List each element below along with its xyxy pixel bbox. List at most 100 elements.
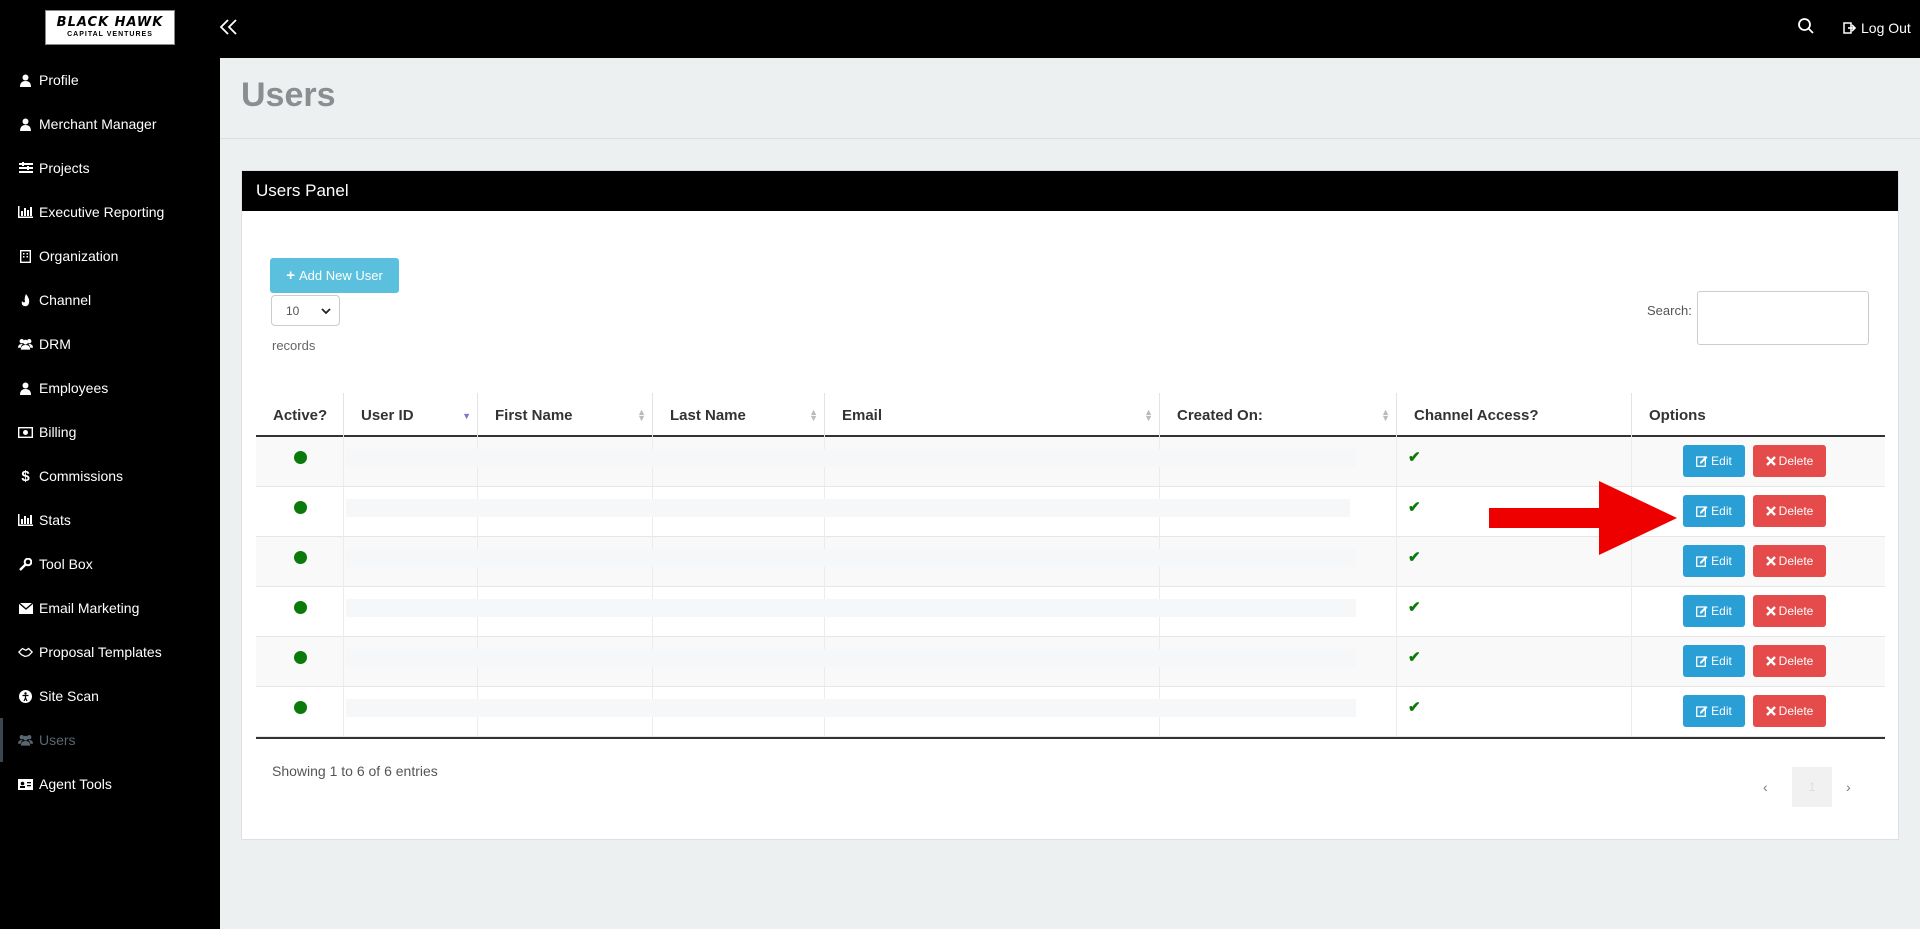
sidebar-item-billing[interactable]: Billing [0,410,220,454]
sidebar-item-executive-reporting[interactable]: Executive Reporting [0,190,220,234]
add-new-user-label: Add New User [298,268,383,283]
table-row: ✔ Edit Delete [256,587,1885,637]
check-icon: ✔ [1408,449,1421,466]
check-icon: ✔ [1408,699,1421,716]
logout-label: Log Out [1861,20,1911,36]
active-status-dot [294,651,307,664]
table-row: ✔ Edit Delete [256,637,1885,687]
sidebar-item-site-scan[interactable]: Site Scan [0,674,220,718]
cell-divider [343,587,344,637]
delete-button-label: Delete [1778,704,1814,718]
column-header-label: First Name [495,406,573,424]
records-per-page-select[interactable]: 10 [271,295,340,326]
page-title: Users [241,76,336,114]
delete-button[interactable]: Delete [1753,495,1826,527]
delete-button-label: Delete [1778,654,1814,668]
company-logo[interactable]: BLACK HAWK CAPITAL VENTURES [45,10,175,45]
pagination-next[interactable]: › [1846,779,1851,795]
cell-divider [1396,537,1397,587]
logo-text: BLACK HAWK [56,15,164,30]
top-search-button[interactable] [1797,17,1817,37]
column-header-label: Channel Access? [1414,406,1539,424]
check-icon: ✔ [1408,649,1421,666]
column-header-active: Active? [256,393,344,437]
sliders-icon [18,161,33,176]
sidebar-item-employees[interactable]: Employees [0,366,220,410]
edit-button[interactable]: Edit [1683,545,1745,577]
edit-button[interactable]: Edit [1683,695,1745,727]
redacted-user-data [346,499,1350,517]
active-status-dot [294,451,307,464]
edit-button[interactable]: Edit [1683,445,1745,477]
pagination-page-1[interactable]: 1 [1792,767,1832,807]
delete-button[interactable]: Delete [1753,545,1826,577]
column-header-last-name[interactable]: Last Name ▲ ▼ [653,393,825,437]
edit-button[interactable]: Edit [1683,645,1745,677]
edit-icon [1696,456,1708,467]
fire-icon [18,293,33,308]
handshake-icon [18,645,33,660]
sort-icon: ▲ ▼ [809,407,818,423]
active-status-dot [294,601,307,614]
sidebar-item-projects[interactable]: Projects [0,146,220,190]
logout-button[interactable]: Log Out [1843,20,1911,36]
sidebar-item-profile[interactable]: Profile [0,58,220,102]
column-header-created-on[interactable]: Created On: ▲ ▼ [1160,393,1397,437]
column-header-user-id[interactable]: User ID ▼ [344,393,478,437]
pagination-previous[interactable]: ‹ [1763,779,1768,795]
sidebar-item-label: Proposal Templates [39,644,162,660]
delete-button[interactable]: Delete [1753,695,1826,727]
user-icon [18,73,33,88]
edit-button-label: Edit [1711,704,1732,718]
column-header-label: Options [1649,406,1706,424]
cell-divider [343,437,344,487]
delete-button[interactable]: Delete [1753,595,1826,627]
panel-heading: Users Panel [242,171,1898,211]
sidebar-item-agent-tools[interactable]: Agent Tools [0,762,220,806]
delete-button[interactable]: Delete [1753,445,1826,477]
sidebar-item-merchant-manager[interactable]: Merchant Manager [0,102,220,146]
sidebar-item-users[interactable]: Users [0,718,220,762]
delete-button-label: Delete [1778,554,1814,568]
sidebar-item-drm[interactable]: DRM [0,322,220,366]
cell-divider [1396,487,1397,537]
column-header-first-name[interactable]: First Name ▲ ▼ [478,393,653,437]
sidebar-item-channel[interactable]: Channel [0,278,220,322]
sidebar-item-label: DRM [39,336,71,352]
cell-divider [1396,687,1397,737]
delete-button[interactable]: Delete [1753,645,1826,677]
sidebar-item-label: Users [39,732,76,748]
bar-chart-icon [18,205,33,220]
sort-icon: ▲ ▼ [1381,407,1390,423]
sidebar-item-label: Employees [39,380,109,396]
sidebar-item-label: Merchant Manager [39,116,157,132]
search-label: Search: [1647,303,1692,318]
sidebar-item-stats[interactable]: Stats [0,498,220,542]
table-row: ✔ Edit Delete [256,687,1885,737]
add-new-user-button[interactable]: + Add New User [270,258,399,293]
edit-button[interactable]: Edit [1683,495,1745,527]
sidebar-item-tool-box[interactable]: Tool Box [0,542,220,586]
sidebar-item-label: Site Scan [39,688,99,704]
sign-out-icon [1843,22,1857,34]
sidebar-item-organization[interactable]: Organization [0,234,220,278]
sidebar-item-proposal-templates[interactable]: Proposal Templates [0,630,220,674]
collapse-sidebar-button[interactable] [218,16,240,44]
edit-button[interactable]: Edit [1683,595,1745,627]
sidebar-item-label: Stats [39,512,71,528]
table-row: ✔ Edit Delete [256,437,1885,487]
sidebar-item-email-marketing[interactable]: Email Marketing [0,586,220,630]
sidebar-item-commissions[interactable]: $ Commissions [0,454,220,498]
users-icon [18,337,33,352]
envelope-icon [18,601,33,616]
cell-divider [1396,637,1397,687]
cell-divider [1631,637,1632,687]
users-icon [18,733,33,748]
sidebar-item-label: Agent Tools [39,776,112,792]
edit-icon [1696,606,1708,617]
column-header-email[interactable]: Email ▲ ▼ [825,393,1160,437]
double-chevron-left-icon [219,19,237,35]
chevron-down-icon [321,307,331,314]
active-status-dot [294,551,307,564]
search-input[interactable] [1697,291,1869,345]
